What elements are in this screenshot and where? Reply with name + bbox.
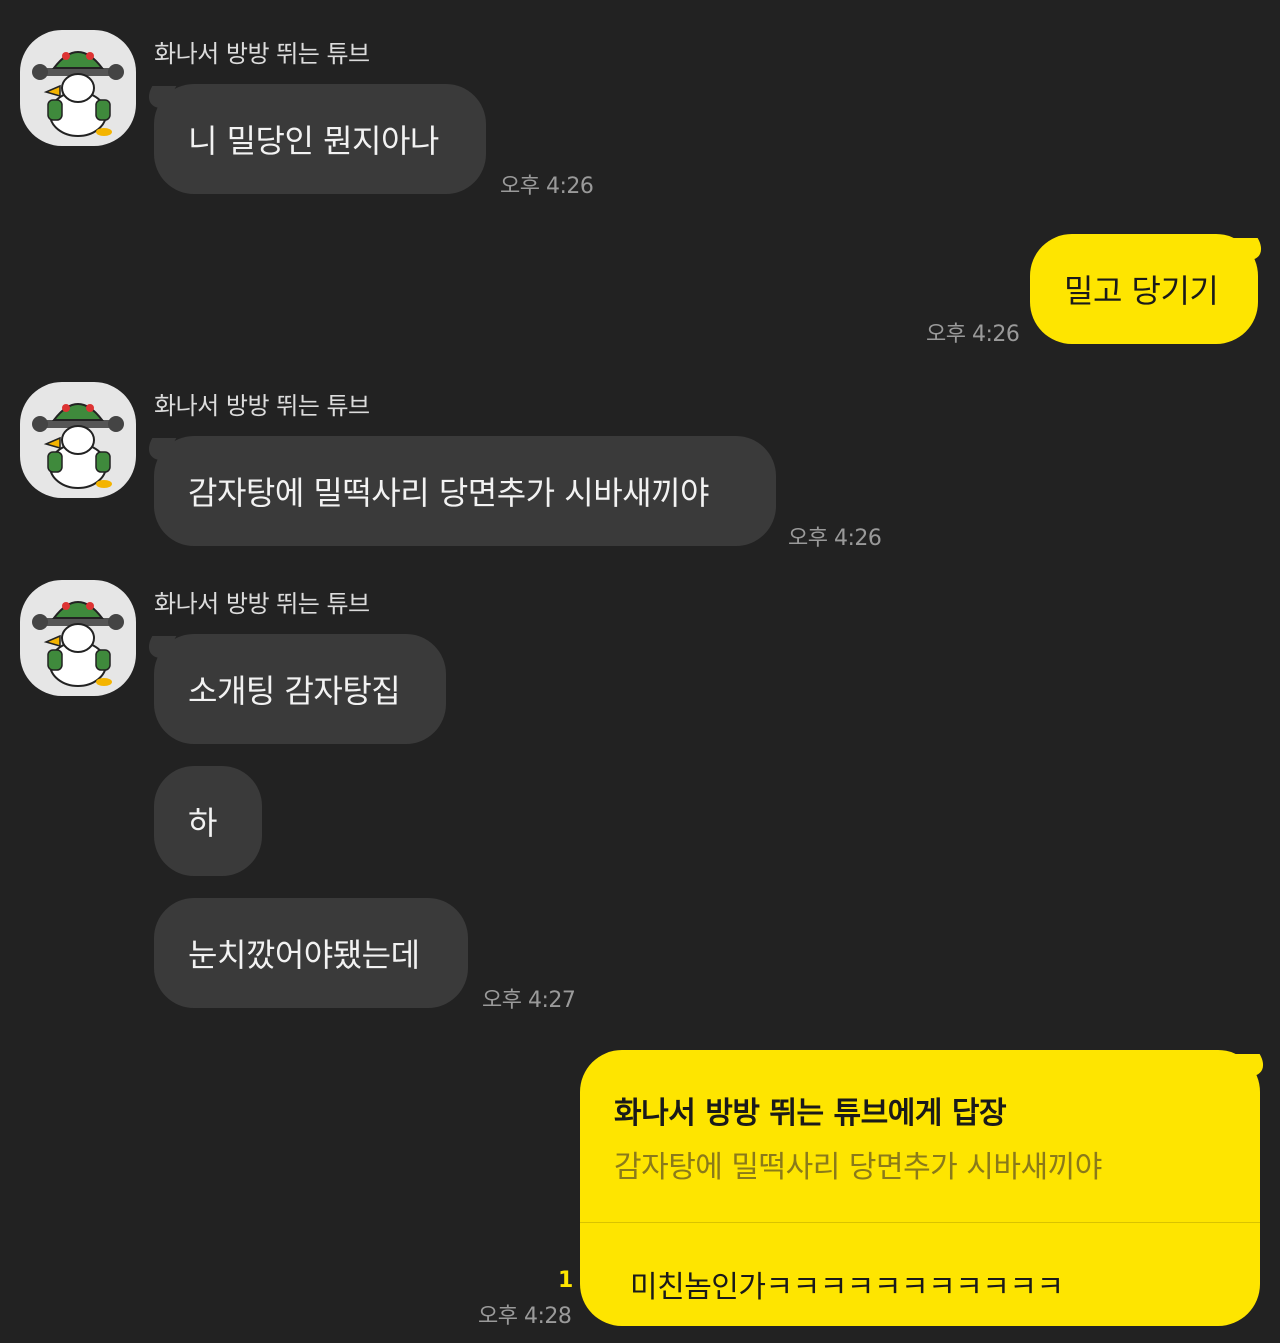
angry-duck-avatar-icon [32, 601, 124, 687]
message-time: 오후 4:26 [788, 526, 882, 551]
unread-count: 1 [558, 1268, 574, 1293]
message-bubble[interactable]: 감자탕에 밀떡사리 당면추가 시바새끼야 [154, 436, 776, 546]
sender-avatar[interactable] [20, 580, 136, 696]
message-bubble[interactable]: 니 밀당인 뭔지아나 [154, 84, 486, 194]
reply-divider [580, 1222, 1260, 1223]
message-time: 오후 4:26 [926, 322, 1020, 347]
reply-target-label: 화나서 방방 뛰는 튜브에게 답장 [614, 1096, 1007, 1131]
angry-duck-avatar-icon [32, 403, 124, 489]
reply-message-bubble[interactable]: 화나서 방방 뛰는 튜브에게 답장 감자탕에 밀떡사리 당면추가 시바새끼야 미… [580, 1050, 1260, 1326]
message-time: 오후 4:27 [482, 988, 576, 1013]
reply-text: 미친놈인가ㅋㅋㅋㅋㅋㅋㅋㅋㅋㅋㅋ [630, 1270, 1064, 1305]
angry-duck-avatar-icon [32, 51, 124, 137]
message-bubble[interactable]: 눈치깠어야됐는데 [154, 898, 468, 1008]
sender-avatar[interactable] [20, 382, 136, 498]
sender-name: 화나서 방방 뛰는 튜브 [154, 590, 370, 618]
message-time: 오후 4:26 [500, 174, 594, 199]
quoted-message[interactable]: 감자탕에 밀떡사리 당면추가 시바새끼야 [614, 1142, 1102, 1186]
sender-name: 화나서 방방 뛰는 튜브 [154, 40, 370, 68]
sender-avatar[interactable] [20, 30, 136, 146]
message-time: 오후 4:28 [478, 1304, 572, 1329]
message-bubble[interactable]: 소개팅 감자탕집 [154, 634, 446, 744]
sender-name: 화나서 방방 뛰는 튜브 [154, 392, 370, 420]
my-message-bubble[interactable]: 밀고 당기기 [1030, 234, 1258, 344]
message-bubble[interactable]: 하 [154, 766, 262, 876]
